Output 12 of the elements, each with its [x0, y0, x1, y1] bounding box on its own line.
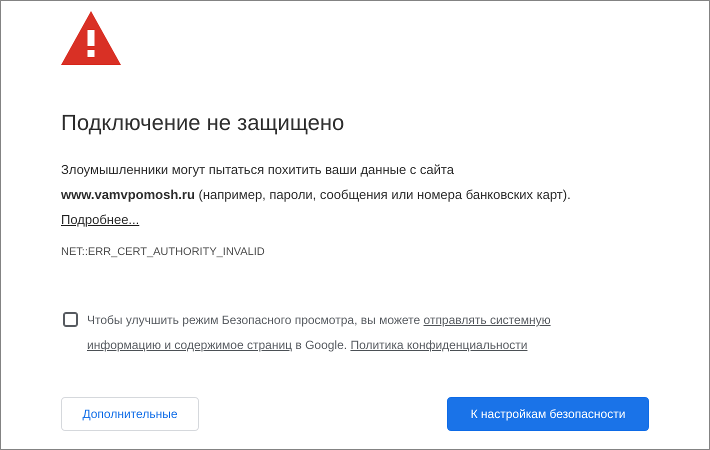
report-checkbox[interactable] [63, 312, 78, 327]
policy-link[interactable]: Политика конфиденциальности [350, 338, 528, 352]
advanced-button[interactable]: Дополнительные [61, 397, 199, 431]
policy-link[interactable]: информацию и содержимое страниц [87, 338, 292, 352]
policy-link[interactable]: отправлять системную [424, 313, 551, 327]
more-link[interactable]: Подробнее... [61, 212, 140, 226]
warning-icon [61, 11, 121, 65]
security-settings-button[interactable]: К настройкам безопасности [447, 397, 649, 431]
error-code: NET::ERR_CERT_AUTHORITY_INVALID [61, 244, 266, 260]
page-title: Подключение не защищено [61, 109, 346, 136]
report-option-text: Чтобы улучшить режим Безопасного просмотра, вы можете отправлять системную информацию и содержимое страниц в Google. Политика конфиденциальности [87, 312, 552, 354]
description-text: Злоумышленники могут пытаться похитить ваши данные с сайта www.vamvpomosh.ru (например, пароли, сообщения или номера банковских карт). [61, 160, 572, 204]
